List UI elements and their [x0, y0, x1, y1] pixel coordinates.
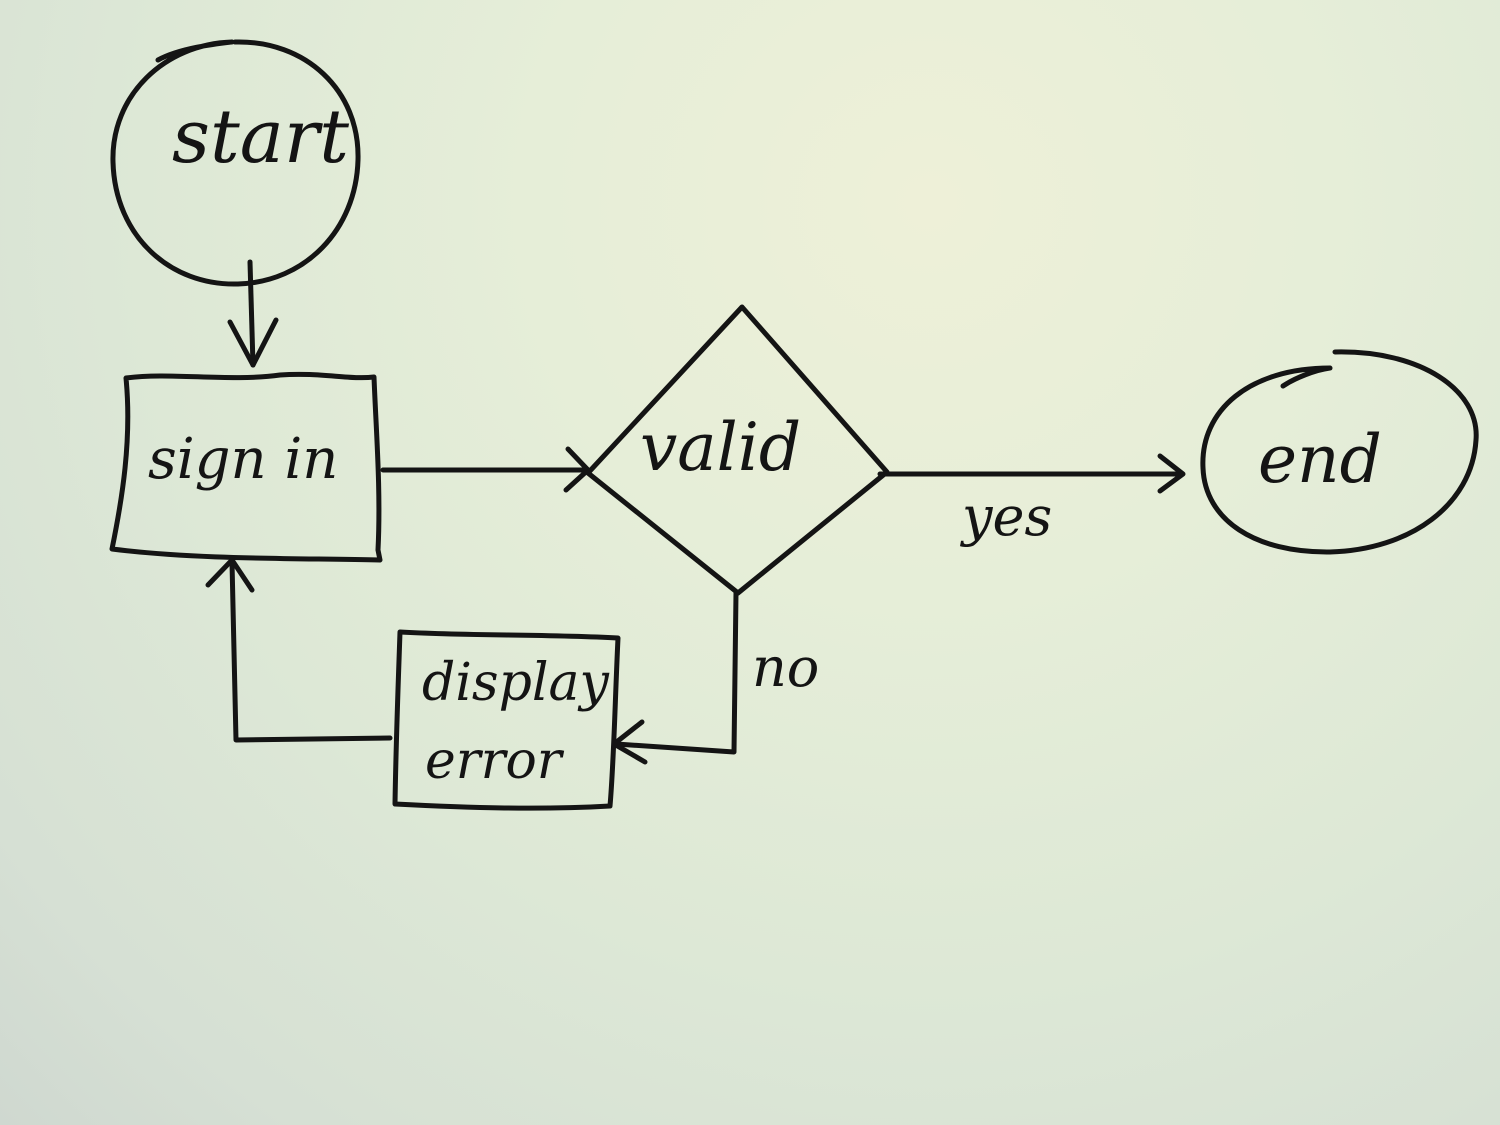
start-label: start: [172, 94, 349, 180]
yes-edge-label: yes: [960, 485, 1052, 548]
edge-valid-to-display-error: no: [611, 590, 819, 765]
end-label: end: [1258, 421, 1382, 498]
edge-valid-to-end: yes: [877, 453, 1186, 548]
sign-in-label: sign in: [148, 427, 338, 492]
display-error-node: display error: [392, 629, 621, 811]
valid-node: valid: [585, 304, 890, 596]
flowchart-canvas: start sign in valid yes end no display e…: [109, 39, 1479, 811]
edge-sign-in-to-valid: [380, 446, 591, 493]
valid-label: valid: [640, 409, 801, 486]
end-node: end: [1200, 349, 1479, 555]
sign-in-node: sign in: [109, 371, 383, 563]
display-error-label-line1: display: [422, 653, 610, 713]
edge-display-error-to-sign-in: [205, 557, 393, 743]
start-node: start: [110, 39, 361, 287]
display-error-label-line2: error: [425, 731, 565, 791]
edge-line: [247, 259, 256, 368]
no-edge-label: no: [752, 636, 819, 699]
edge-line: [229, 559, 393, 743]
arrowhead-icon: [611, 719, 648, 765]
